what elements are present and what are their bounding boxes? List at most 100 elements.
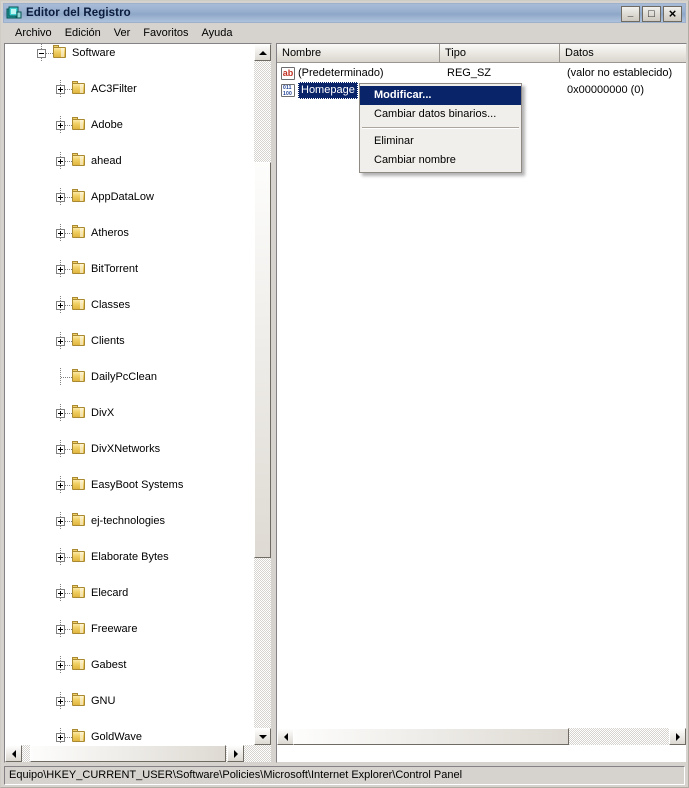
value-name: (Predeterminado) — [298, 67, 384, 79]
tree-node[interactable]: GoldWave — [5, 728, 254, 744]
folder-icon — [72, 261, 86, 275]
tree-expand-icon[interactable] — [56, 229, 65, 238]
tree-node[interactable]: Gabest — [5, 656, 254, 674]
tree-scroll-down-button[interactable] — [254, 728, 271, 745]
column-header-nombre[interactable]: Nombre — [277, 44, 440, 63]
folder-icon — [72, 405, 86, 419]
tree-node[interactable]: ej-technologies — [5, 512, 254, 530]
tree-expand-icon[interactable] — [56, 445, 65, 454]
tree-node-label: Gabest — [91, 659, 127, 671]
list-column-headers: Nombre Tipo Datos — [277, 44, 686, 63]
tree-expand-icon[interactable] — [56, 589, 65, 598]
list-horizontal-scrollbar[interactable] — [277, 728, 686, 745]
tree-node[interactable]: AC3Filter — [5, 80, 254, 98]
tree-vertical-scrollbar[interactable] — [254, 44, 271, 745]
folder-icon — [72, 729, 86, 743]
tree-expand-icon[interactable] — [56, 481, 65, 490]
tree-expand-icon[interactable] — [56, 625, 65, 634]
tree-node-label: Adobe — [91, 119, 123, 131]
context-menu-item[interactable]: Cambiar datos binarios... — [360, 105, 521, 124]
close-button[interactable] — [663, 6, 682, 22]
tree-node[interactable]: ahead — [5, 152, 254, 170]
tree-horizontal-scrollbar-thumb[interactable] — [30, 745, 226, 762]
list-scroll-right-button[interactable] — [669, 728, 686, 745]
folder-icon — [72, 621, 86, 635]
tree-expand-icon[interactable] — [56, 301, 65, 310]
tree-node[interactable]: EasyBoot Systems — [5, 476, 254, 494]
string-value-icon — [281, 67, 295, 80]
menu-ver[interactable]: Ver — [108, 25, 138, 41]
tree-vertical-scrollbar-thumb[interactable] — [254, 162, 271, 558]
tree-expand-icon[interactable] — [56, 517, 65, 526]
menu-edicion[interactable]: Edición — [59, 25, 108, 41]
tree-node[interactable]: Adobe — [5, 116, 254, 134]
tree-node[interactable]: Freeware — [5, 620, 254, 638]
tree-node[interactable]: DivX — [5, 404, 254, 422]
tree-node-label: EasyBoot Systems — [91, 479, 184, 491]
list-horizontal-scrollbar-thumb[interactable] — [293, 728, 569, 745]
tree-node-label: ej-technologies — [91, 515, 165, 527]
tree-node[interactable]: DailyPcClean — [5, 368, 254, 386]
tree-node[interactable]: BitTorrent — [5, 260, 254, 278]
tree-node[interactable]: AppDataLow — [5, 188, 254, 206]
tree-expand-icon[interactable] — [56, 337, 65, 346]
tree-expand-icon[interactable] — [56, 733, 65, 742]
tree-node[interactable]: Clients — [5, 332, 254, 350]
tree-horizontal-scrollbar[interactable] — [5, 745, 271, 762]
tree-expand-icon[interactable] — [56, 157, 65, 166]
folder-icon — [72, 693, 86, 707]
context-menu-item[interactable]: Cambiar nombre — [360, 151, 521, 170]
tree-expand-icon[interactable] — [56, 121, 65, 130]
tree-expand-icon[interactable] — [56, 85, 65, 94]
title-bar[interactable]: Editor del Registro — [3, 3, 686, 23]
maximize-button[interactable] — [642, 6, 661, 22]
tree-node[interactable]: Elaborate Bytes — [5, 548, 254, 566]
context-menu-separator — [362, 127, 519, 129]
folder-icon — [72, 297, 86, 311]
registry-value-row[interactable]: (Predeterminado) REG_SZ (valor no establec… — [277, 65, 686, 82]
context-menu-item[interactable]: Eliminar — [360, 132, 521, 151]
tree-node-label: DivX — [91, 407, 115, 419]
tree-expand-icon[interactable] — [56, 409, 65, 418]
tree-scroll-right-button[interactable] — [227, 745, 244, 762]
tree-node[interactable]: Software — [5, 44, 254, 62]
tree-node[interactable]: Elecard — [5, 584, 254, 602]
registry-tree-pane: Software AC3Filter Adobe ahead AppDataLow Ath… — [4, 43, 272, 763]
tree-expand-icon[interactable] — [56, 553, 65, 562]
column-header-datos[interactable]: Datos — [560, 44, 686, 63]
menu-favoritos[interactable]: Favoritos — [137, 25, 195, 41]
value-context-menu[interactable]: Modificar... Cambiar datos binarios... Eli… — [359, 83, 522, 173]
registry-tree[interactable]: Software AC3Filter Adobe ahead AppDataLow Ath… — [5, 44, 254, 744]
tree-node-label: DailyPcClean — [91, 371, 158, 383]
tree-node[interactable]: GNU — [5, 692, 254, 710]
status-bar: Equipo\HKEY_CURRENT_USER\Software\Polici… — [4, 766, 685, 785]
value-data: (valor no establecido) — [567, 67, 673, 79]
registry-editor-icon — [6, 5, 22, 21]
tree-node-label: Classes — [91, 299, 131, 311]
folder-icon — [72, 81, 86, 95]
tree-scroll-left-button[interactable] — [5, 745, 22, 762]
tree-node[interactable]: Classes — [5, 296, 254, 314]
tree-expand-icon[interactable] — [56, 697, 65, 706]
list-scroll-left-button[interactable] — [277, 728, 294, 745]
tree-collapse-icon[interactable] — [37, 49, 46, 58]
menu-ayuda[interactable]: Ayuda — [196, 25, 240, 41]
context-menu-item[interactable]: Modificar... — [360, 86, 521, 105]
folder-icon — [72, 513, 86, 527]
menu-archivo[interactable]: Archivo — [9, 25, 59, 41]
tree-expand-icon[interactable] — [56, 193, 65, 202]
tree-node-label: Software — [72, 47, 116, 59]
tree-node-label: Elaborate Bytes — [91, 551, 169, 563]
tree-expand-icon[interactable] — [56, 265, 65, 274]
tree-node[interactable]: Atheros — [5, 224, 254, 242]
registry-editor-window: Editor del Registro Archivo Edición Ver … — [0, 0, 689, 788]
column-header-tipo[interactable]: Tipo — [440, 44, 560, 63]
tree-scroll-up-button[interactable] — [254, 44, 271, 61]
tree-node[interactable]: DivXNetworks — [5, 440, 254, 458]
tree-node-label: Freeware — [91, 623, 138, 635]
tree-node-label: Elecard — [91, 587, 129, 599]
value-type: REG_SZ — [447, 67, 492, 79]
minimize-button[interactable] — [621, 6, 640, 22]
tree-expand-icon[interactable] — [56, 661, 65, 670]
folder-icon — [72, 189, 86, 203]
